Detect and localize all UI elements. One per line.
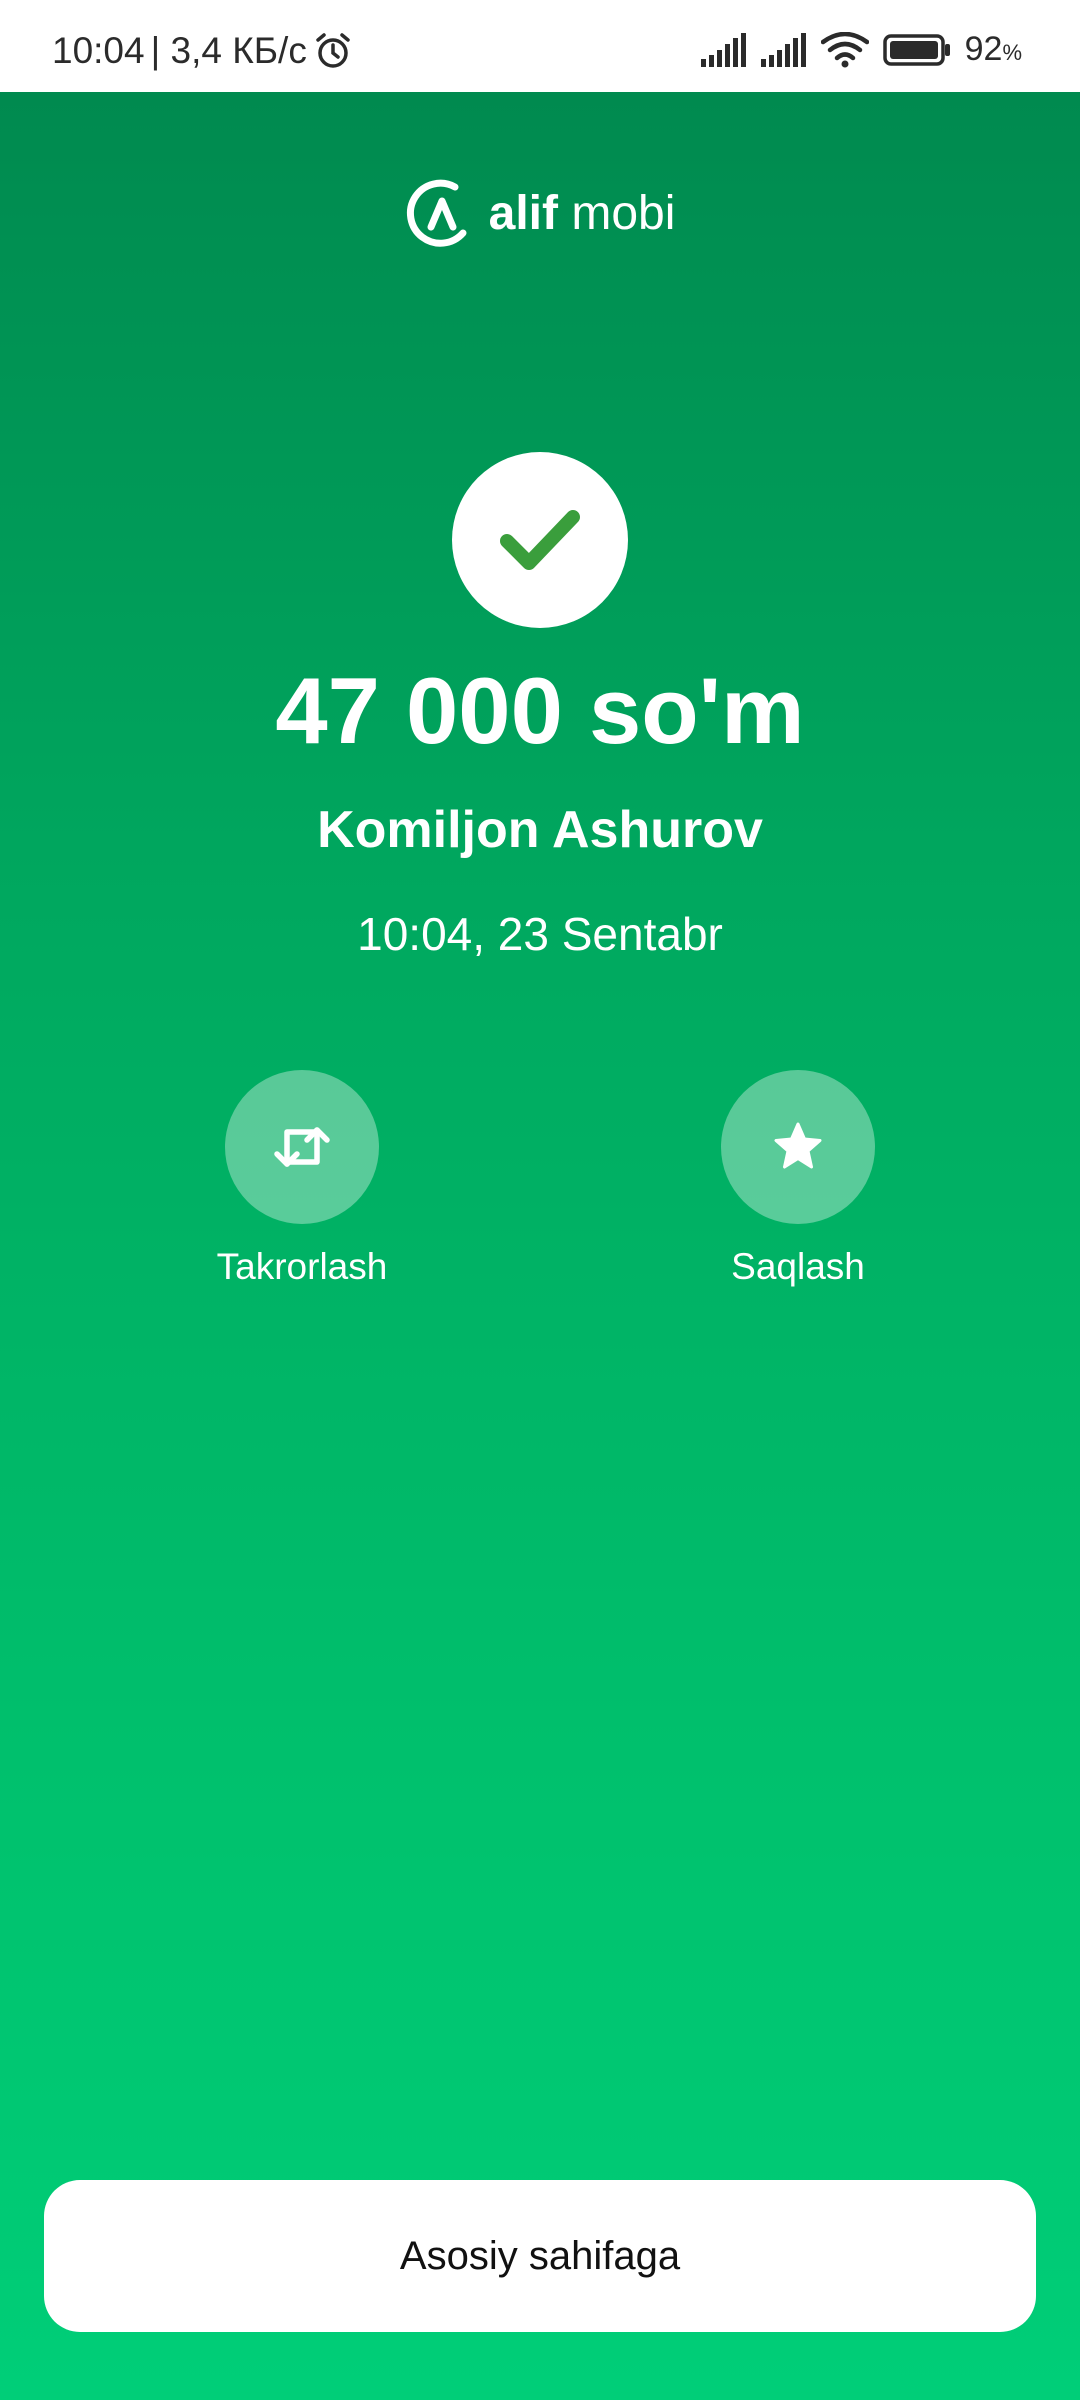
check-icon xyxy=(500,510,580,570)
repeat-icon xyxy=(274,1127,330,1167)
battery-icon xyxy=(882,33,950,66)
logo-wordmark: alif mobi xyxy=(488,186,676,240)
status-left: 10:04 | 3,4 КБ/с xyxy=(52,30,353,72)
save-button-circle[interactable] xyxy=(721,1070,875,1224)
save-button[interactable]: Saqlash xyxy=(648,1070,948,1288)
status-bar: 10:04 | 3,4 КБ/с 92% xyxy=(0,0,1080,92)
save-label: Saqlash xyxy=(731,1246,865,1287)
repeat-button[interactable]: Takrorlash xyxy=(152,1070,452,1288)
status-time: 10:04 xyxy=(52,30,145,71)
battery-percent: 92% xyxy=(964,30,1022,68)
repeat-button-circle[interactable] xyxy=(225,1070,379,1224)
success-badge xyxy=(452,452,628,628)
signal-icon xyxy=(700,32,746,67)
star-icon xyxy=(774,1122,822,1169)
alarm-icon xyxy=(316,33,350,68)
repeat-label: Takrorlash xyxy=(216,1246,388,1287)
recipient-name: Komiljon Ashurov xyxy=(317,801,763,859)
status-right: 92% xyxy=(700,30,1022,69)
home-page-button[interactable]: Asosiy sahifaga xyxy=(44,2180,1036,2332)
app-logo: alif mobi xyxy=(0,177,1080,249)
signal-icon xyxy=(760,32,806,67)
payment-datetime: 10:04, 23 Sentabr xyxy=(357,908,723,960)
alif-logo-icon xyxy=(406,179,467,247)
wifi-icon xyxy=(820,31,869,67)
network-speed: | 3,4 КБ/с xyxy=(150,30,307,71)
payment-amount: 47 000 so'm xyxy=(275,658,805,763)
payment-success-screen: alif mobi 47 000 so'm Komiljon Ashurov 1… xyxy=(0,92,1080,2400)
